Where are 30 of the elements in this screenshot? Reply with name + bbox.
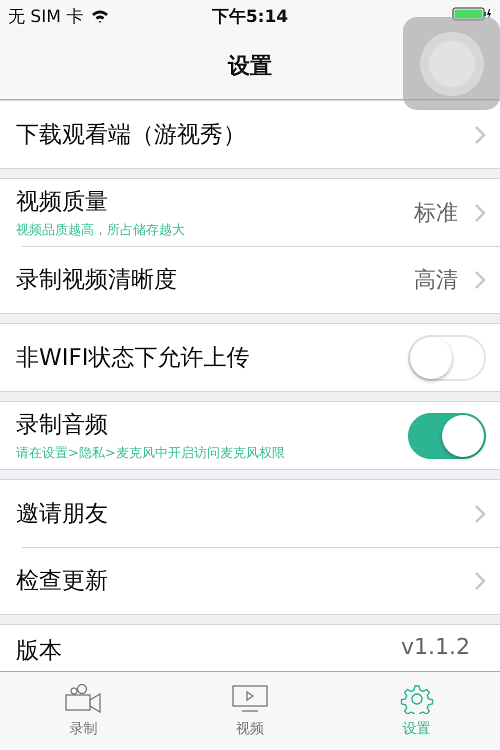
setting-value: 标准 [414,200,458,228]
setting-label: 检查更新 [16,567,109,596]
setting-value: v1.1.2 [401,635,470,660]
chevron-icon[interactable] [474,202,486,222]
setting-hint: 视频品质越高，所占储存越大 [16,222,186,239]
chevron-icon[interactable] [474,504,486,524]
video-screen-icon [232,684,268,714]
video-camera-icon [65,684,102,714]
setting-hint: 请在设置>隐私>麦克风中开启访问麦克风权限 [16,445,286,462]
setting-label: 录制视频清晰度 [16,266,178,295]
setting-label: 非WIFI状态下允许上传 [16,344,251,373]
setting-label: 版本 [16,637,63,666]
gear-icon [398,684,435,714]
carrier-label: 无 SIM 卡 [8,6,84,28]
chevron-icon[interactable] [474,570,486,590]
chevron-icon[interactable] [474,270,486,290]
status-time: 下午5:14 [212,6,288,28]
chevron-icon[interactable] [474,124,486,144]
setting-label: 视频质量 [16,188,109,217]
wifi-icon [91,9,110,23]
tab-item[interactable]: 录制 [0,672,167,750]
tab-item[interactable]: 视频 [166,672,334,750]
setting-value: 高清 [414,266,458,294]
setting-label: 下载观看端（游视秀） [16,121,247,150]
tab-item[interactable]: 设置 [333,672,500,750]
page-title: 设置 [228,52,272,80]
setting-label: 邀请朋友 [16,500,109,529]
setting-label: 录制音频 [16,411,109,440]
assistive-touch-button[interactable] [403,17,500,110]
toggle-switch[interactable] [408,412,486,458]
